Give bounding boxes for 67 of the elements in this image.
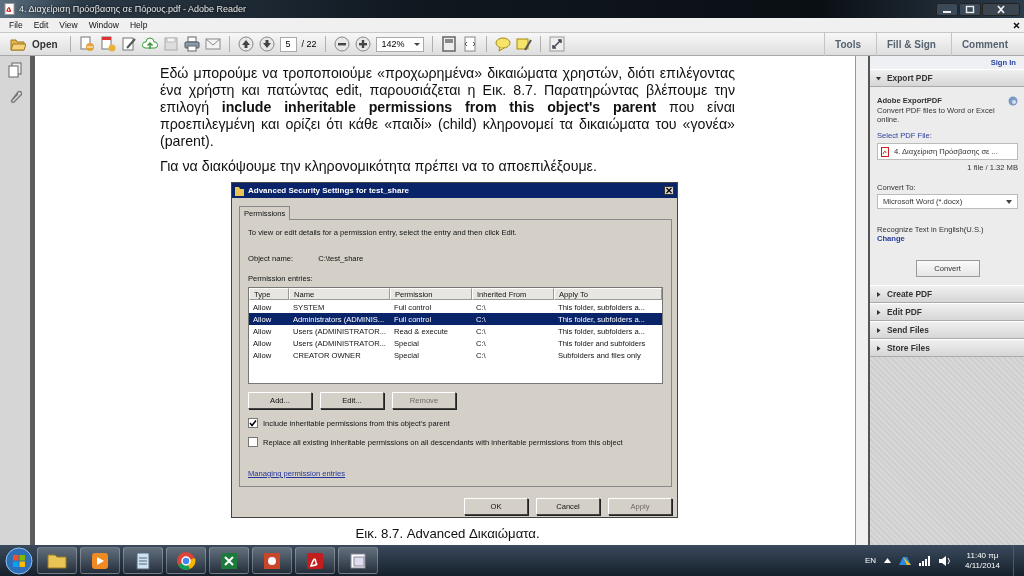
taskbar-app[interactable]: [338, 547, 378, 574]
window-title: 4. Διαχείριση Πρόσβασης σε Πόρους.pdf - Adobe Reader: [19, 4, 248, 14]
start-button[interactable]: [4, 545, 34, 576]
panel-section-header[interactable]: Store Files: [870, 339, 1024, 357]
page-number-field[interactable]: 5: [279, 36, 297, 52]
collapsed-arrow-icon: [876, 309, 881, 315]
minimize-button[interactable]: [936, 2, 958, 16]
folder-icon: [10, 37, 26, 51]
zoom-dropdown[interactable]: 142%: [375, 36, 424, 52]
full-screen-icon[interactable]: [548, 36, 565, 52]
collapsed-arrow-icon: [876, 327, 881, 333]
print-icon[interactable]: [183, 36, 200, 52]
zoom-out-icon[interactable]: [333, 36, 350, 52]
folder-icon: [235, 185, 244, 196]
taskbar-app[interactable]: [37, 547, 77, 574]
dialog-title: Advanced Security Settings for test_share: [248, 186, 410, 195]
clock[interactable]: 11:40 πμ 4/11/2014: [965, 550, 1000, 571]
close-button[interactable]: [664, 186, 674, 195]
page-down-icon[interactable]: [258, 36, 275, 52]
open-button[interactable]: Open: [6, 37, 62, 51]
taskbar-app[interactable]: [295, 547, 335, 574]
edit-document-icon[interactable]: [120, 36, 137, 52]
panel-section-header[interactable]: Edit PDF: [870, 303, 1024, 321]
expanded-arrow-icon: [876, 75, 881, 81]
zoom-in-icon[interactable]: [354, 36, 371, 52]
drive-icon[interactable]: [899, 555, 911, 566]
taskbar-app[interactable]: [123, 547, 163, 574]
maximize-button[interactable]: [959, 2, 981, 16]
convert-pdf-icon[interactable]: [99, 36, 116, 52]
pdf-file-icon: [4, 3, 15, 15]
close-button[interactable]: [982, 2, 1020, 16]
paperclip-icon[interactable]: [8, 88, 22, 104]
close-icon[interactable]: [1013, 21, 1020, 29]
checkbox[interactable]: [248, 437, 258, 447]
pdf-file-icon: [881, 146, 890, 157]
panel-section-header[interactable]: Create PDF: [870, 285, 1024, 303]
figure-caption: Εικ. 8.7. Advanced Δικαιώματα.: [355, 526, 540, 541]
fit-width-icon[interactable]: [461, 36, 478, 52]
cloud-upload-icon[interactable]: [141, 36, 158, 52]
highlight-icon[interactable]: [515, 36, 532, 52]
page-total: / 22: [301, 39, 317, 49]
paragraph: Για να διακόψουμε την κληρονομικότητα πρέπει να το αποεπιλέξουμε.: [160, 158, 598, 175]
pages-icon[interactable]: [8, 62, 22, 78]
signal-icon[interactable]: [919, 555, 931, 566]
chrome-icon: [175, 549, 197, 572]
caret-icon: [1006, 199, 1012, 204]
panel-section-header[interactable]: Export PDF: [870, 69, 1024, 87]
collapsed-arrow-icon: [876, 291, 881, 297]
checkbox[interactable]: [248, 418, 258, 428]
paragraph: Εδώ μπορούμε να τροποποιούμε «προχωρημένα» δικαιώματα χρηστών, διότι επιλέγοντας ένα χρήστη και πατώντας edit, παρουσιάζεται η Εικ. 8.7. Παρατηρώντας βλέπουμε την επιλογή include inheritable permissions from this object's parent που είναι προεπιλεγμένη και ορίζει ότι κάθε «παιδί» (child) κληρονομεί τα δικαιώματα του «γονέα» (parent).: [160, 65, 735, 150]
scrollbar[interactable]: [855, 56, 870, 545]
taskbar-app[interactable]: [252, 547, 292, 574]
panel-section-header[interactable]: Send Files: [870, 321, 1024, 339]
taskbar-app[interactable]: [166, 547, 206, 574]
show-hidden-icons[interactable]: [884, 558, 891, 563]
menu-item[interactable]: Edit: [28, 20, 55, 30]
taskbar-app[interactable]: [209, 547, 249, 574]
language-indicator[interactable]: EN: [864, 556, 876, 565]
volume-icon[interactable]: [939, 555, 951, 566]
menu-item[interactable]: Window: [83, 20, 125, 30]
menu-item[interactable]: View: [54, 20, 84, 30]
page-up-icon[interactable]: [237, 36, 254, 52]
collapsed-arrow-icon: [876, 345, 881, 351]
fit-page-icon[interactable]: [440, 36, 457, 52]
menu-item[interactable]: Help: [124, 20, 154, 30]
menu-item[interactable]: File: [4, 20, 29, 30]
taskbar-app[interactable]: [80, 547, 120, 574]
